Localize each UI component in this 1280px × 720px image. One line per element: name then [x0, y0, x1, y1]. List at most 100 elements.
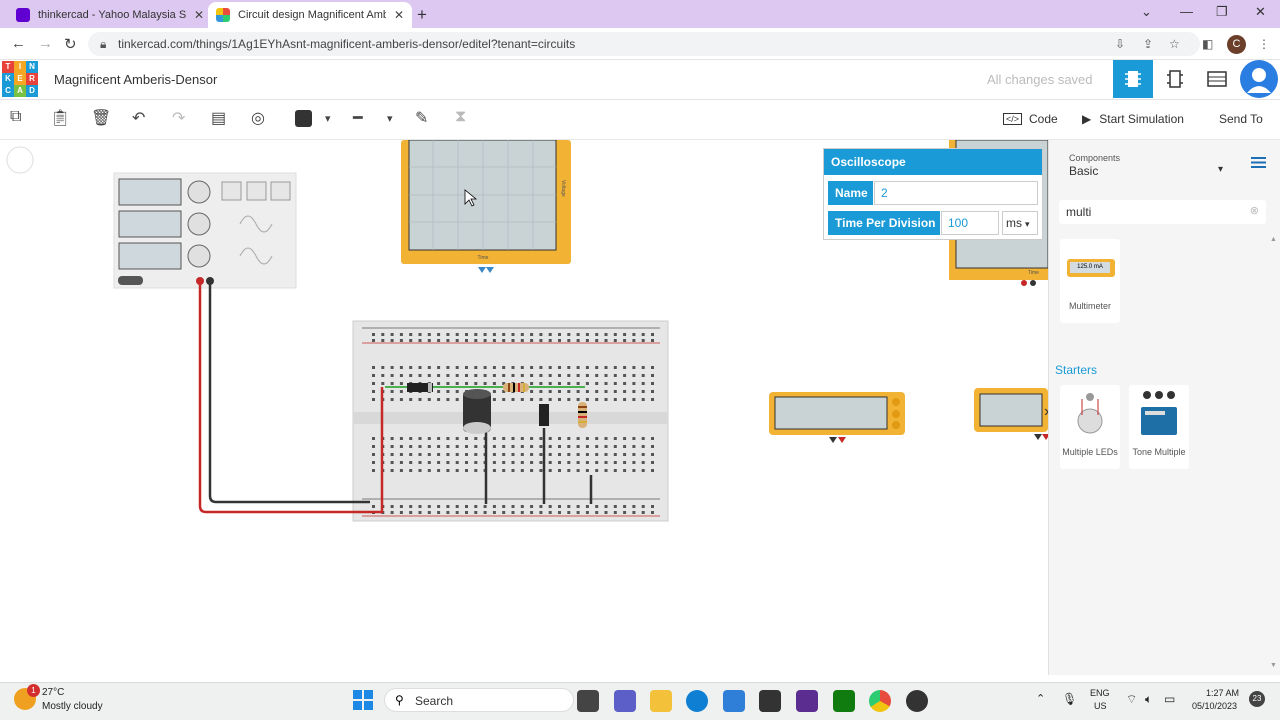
- breadboard-hole[interactable]: [446, 366, 450, 369]
- breadboard-hole[interactable]: [399, 469, 403, 472]
- breadboard-hole[interactable]: [399, 333, 403, 336]
- breadboard-hole[interactable]: [427, 445, 431, 448]
- breadboard-hole[interactable]: [465, 339, 468, 342]
- breadboard-hole[interactable]: [399, 437, 403, 440]
- breadboard-hole[interactable]: [558, 461, 561, 464]
- breadboard-hole[interactable]: [390, 398, 394, 401]
- breadboard-hole[interactable]: [399, 366, 403, 369]
- breadboard-hole[interactable]: [558, 382, 561, 385]
- breadboard-hole[interactable]: [530, 445, 534, 448]
- browser-tab-tinkercad[interactable]: Circuit design Magnificent Ambe ✕: [208, 2, 413, 28]
- breadboard-hole[interactable]: [399, 382, 403, 385]
- back-icon[interactable]: ←: [11, 35, 26, 52]
- breadboard-hole[interactable]: [418, 339, 422, 342]
- breadboard-hole[interactable]: [623, 390, 627, 393]
- breadboard-hole[interactable]: [539, 469, 543, 472]
- breadboard-hole[interactable]: [585, 437, 589, 440]
- breadboard-hole[interactable]: [409, 461, 413, 464]
- breadboard-hole[interactable]: [474, 469, 478, 472]
- breadboard-hole[interactable]: [548, 374, 552, 377]
- breadboard-hole[interactable]: [548, 390, 552, 393]
- breadboard-hole[interactable]: [399, 374, 403, 377]
- breadboard-hole[interactable]: [558, 469, 561, 472]
- breadboard-hole[interactable]: [437, 511, 441, 514]
- breadboard-hole[interactable]: [576, 453, 580, 456]
- breadboard-hole[interactable]: [585, 366, 589, 369]
- breadboard-hole[interactable]: [558, 445, 561, 448]
- breadboard-hole[interactable]: [437, 366, 441, 369]
- breadboard-hole[interactable]: [651, 390, 654, 393]
- breadboard-hole[interactable]: [483, 374, 487, 377]
- breadboard-hole[interactable]: [465, 333, 468, 336]
- breadboard-hole[interactable]: [492, 366, 496, 369]
- lock-icon[interactable]: 🔒︎: [100, 37, 106, 52]
- breadboard-hole[interactable]: [372, 453, 375, 456]
- breadboard-hole[interactable]: [539, 374, 543, 377]
- breadboard-hole[interactable]: [446, 445, 450, 448]
- breadboard-hole[interactable]: [530, 333, 534, 336]
- breadboard-hole[interactable]: [539, 398, 543, 401]
- breadboard-hole[interactable]: [530, 437, 534, 440]
- breadboard-hole[interactable]: [474, 511, 478, 514]
- breadboard-hole[interactable]: [390, 445, 394, 448]
- breadboard-hole[interactable]: [641, 461, 645, 464]
- breadboard-hole[interactable]: [632, 453, 636, 456]
- breadboard-hole[interactable]: [427, 505, 431, 508]
- breadboard-hole[interactable]: [632, 445, 636, 448]
- breadboard-hole[interactable]: [651, 398, 654, 401]
- breadboard-hole[interactable]: [465, 437, 468, 440]
- breadboard-hole[interactable]: [641, 374, 645, 377]
- component-search-input[interactable]: multi ⊗: [1059, 200, 1266, 224]
- breadboard-hole[interactable]: [613, 366, 617, 369]
- breadboard-hole[interactable]: [632, 339, 636, 342]
- breadboard-hole[interactable]: [390, 453, 394, 456]
- breadboard-hole[interactable]: [455, 382, 459, 385]
- breadboard-hole[interactable]: [530, 505, 534, 508]
- breadboard-hole[interactable]: [632, 511, 636, 514]
- components-select[interactable]: Basic ▾: [1069, 164, 1223, 178]
- edge-icon[interactable]: [686, 690, 708, 712]
- breadboard-hole[interactable]: [409, 445, 413, 448]
- breadboard-hole[interactable]: [511, 437, 515, 440]
- breadboard-hole[interactable]: [520, 461, 524, 464]
- breadboard-hole[interactable]: [567, 445, 571, 448]
- breadboard-hole[interactable]: [632, 461, 636, 464]
- breadboard-hole[interactable]: [427, 511, 431, 514]
- breadboard-hole[interactable]: [604, 339, 608, 342]
- design-title[interactable]: Magnificent Amberis-Densor: [54, 72, 217, 87]
- notes-icon[interactable]: ▤: [211, 108, 226, 128]
- breadboard-hole[interactable]: [567, 382, 571, 385]
- breadboard-hole[interactable]: [520, 505, 524, 508]
- breadboard-hole[interactable]: [558, 339, 561, 342]
- breadboard-hole[interactable]: [418, 461, 422, 464]
- breadboard-hole[interactable]: [446, 437, 450, 440]
- clock-time[interactable]: 1:27 AM: [1206, 688, 1239, 698]
- breadboard-hole[interactable]: [390, 437, 394, 440]
- breadboard-hole[interactable]: [623, 511, 627, 514]
- breadboard-hole[interactable]: [437, 469, 441, 472]
- breadboard-hole[interactable]: [372, 374, 375, 377]
- breadboard-hole[interactable]: [455, 333, 459, 336]
- breadboard-hole[interactable]: [641, 505, 645, 508]
- view-icon[interactable]: ◎: [251, 108, 265, 128]
- breadboard-hole[interactable]: [409, 505, 413, 508]
- breadboard-hole[interactable]: [465, 374, 468, 377]
- breadboard-hole[interactable]: [548, 382, 552, 385]
- send-to-button[interactable]: Send To: [1219, 108, 1263, 130]
- breadboard-hole[interactable]: [651, 469, 654, 472]
- breadboard-hole[interactable]: [585, 461, 589, 464]
- breadboard-hole[interactable]: [465, 453, 468, 456]
- breadboard-hole[interactable]: [651, 445, 654, 448]
- breadboard-hole[interactable]: [576, 333, 580, 336]
- delete-icon[interactable]: 🗑︎: [91, 108, 111, 128]
- breadboard-hole[interactable]: [437, 339, 441, 342]
- breadboard-hole[interactable]: [446, 339, 450, 342]
- breadboard-hole[interactable]: [604, 390, 608, 393]
- breadboard-hole[interactable]: [427, 469, 431, 472]
- breadboard-hole[interactable]: [399, 398, 403, 401]
- breadboard-hole[interactable]: [465, 469, 468, 472]
- breadboard-hole[interactable]: [595, 333, 599, 336]
- resistor-vertical[interactable]: [578, 402, 587, 428]
- breadboard-hole[interactable]: [623, 453, 627, 456]
- wire-type-icon[interactable]: ━: [353, 108, 363, 128]
